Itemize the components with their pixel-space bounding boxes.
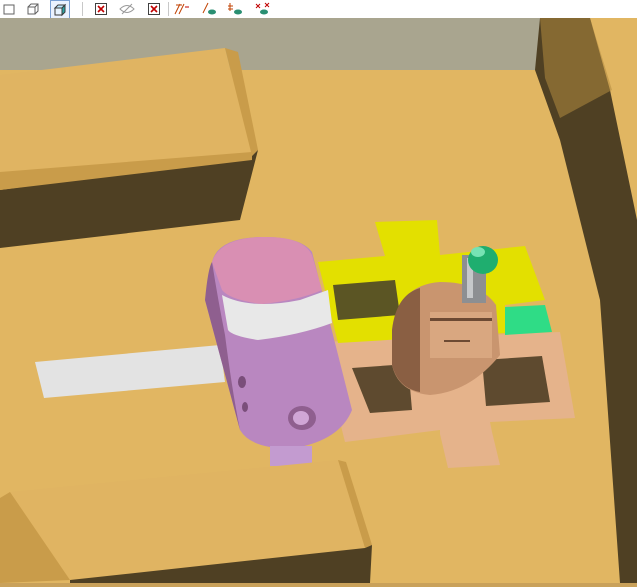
toolbar-separator <box>168 2 169 16</box>
machine-scene <box>0 18 637 583</box>
vise-jaw-line <box>430 318 492 321</box>
green-insert <box>505 305 552 335</box>
eye-hidden-icon[interactable] <box>118 0 136 17</box>
view-front-icon[interactable] <box>0 0 18 17</box>
view-iso-wire-icon[interactable] <box>24 0 42 17</box>
hide-x-box-icon[interactable] <box>92 0 110 17</box>
show-axis-eye-icon[interactable] <box>200 0 218 17</box>
clamp-side-hole <box>238 376 246 388</box>
show-edges-icon[interactable] <box>173 0 191 17</box>
yellow-plate-slot <box>333 280 400 320</box>
hide-dims-eye-icon[interactable] <box>254 0 272 17</box>
clamp-foot <box>270 446 312 466</box>
close-x-box-icon[interactable] <box>145 0 163 17</box>
vise-jaw-line <box>444 340 470 342</box>
clamp-top <box>212 236 322 304</box>
view-iso-shaded-icon[interactable] <box>50 0 70 19</box>
toolbar <box>0 0 637 19</box>
clamp-side-hole <box>242 402 248 412</box>
3d-viewport[interactable] <box>0 18 637 583</box>
show-dims-eye-icon[interactable] <box>226 0 244 17</box>
clamp-hole-inner <box>293 411 309 425</box>
toolbar-separator <box>82 2 83 16</box>
tool-cap-highlight <box>471 247 485 257</box>
